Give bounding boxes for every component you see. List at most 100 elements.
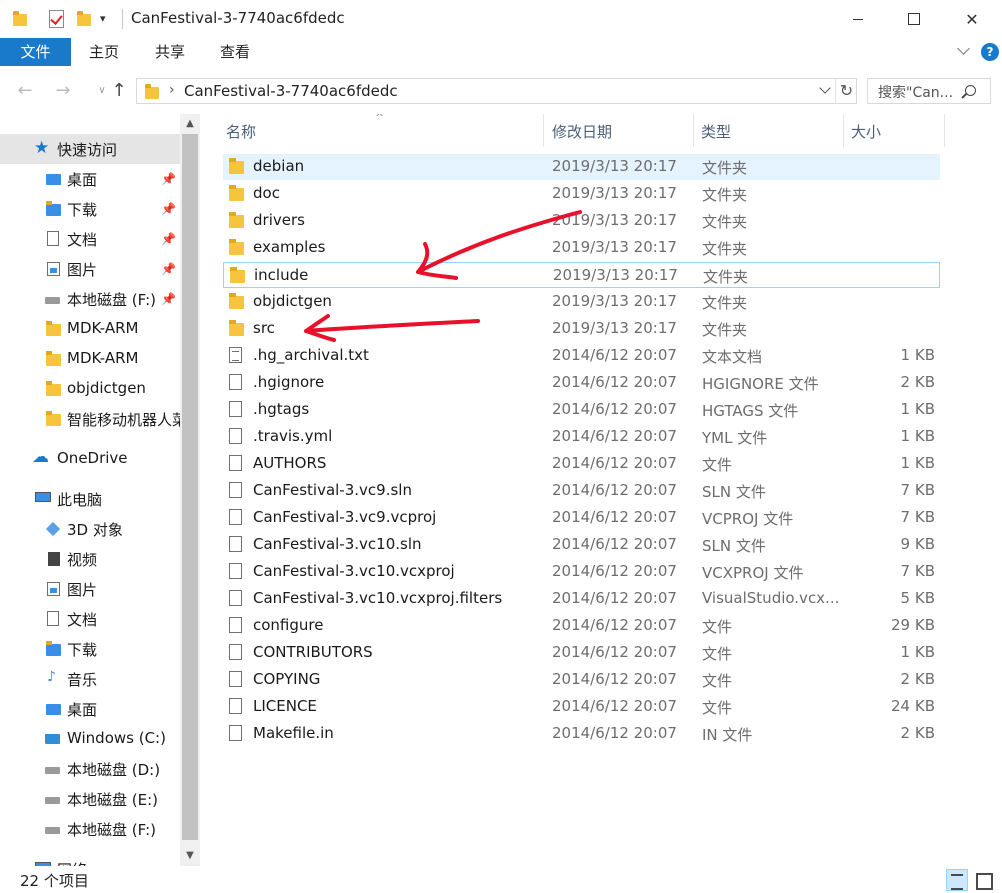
sidebar-item-pictures[interactable]: 图片 📌 bbox=[0, 254, 180, 284]
address-dropdown-icon[interactable] bbox=[818, 83, 832, 97]
scrollbar-thumb[interactable] bbox=[182, 134, 198, 840]
pin-icon[interactable]: 📌 bbox=[161, 292, 176, 306]
breadcrumb-current[interactable]: CanFestival-3-7740ac6fdedc bbox=[184, 82, 398, 100]
folder-icon bbox=[229, 239, 244, 255]
sidebar-item-drive-e[interactable]: 本地磁盘 (E:) bbox=[0, 784, 180, 814]
sidebar-item-downloads[interactable]: 下载 📌 bbox=[0, 194, 180, 224]
up-button[interactable]: ↑ bbox=[107, 80, 131, 102]
sidebar-item-desktop[interactable]: 桌面 📌 bbox=[0, 164, 180, 194]
expand-ribbon-chevron-icon[interactable] bbox=[956, 44, 972, 60]
file-row[interactable]: .hg_archival.txt 2014/6/12 20:07 文本文档 1 KB bbox=[223, 343, 940, 369]
sort-ascending-icon: ^ bbox=[375, 114, 385, 124]
file-row[interactable]: CanFestival-3.vc10.sln 2014/6/12 20:07 SLN… bbox=[223, 532, 940, 558]
file-row[interactable]: AUTHORS 2014/6/12 20:07 文件 1 KB bbox=[223, 451, 940, 477]
folder-row[interactable]: doc 2019/3/13 20:17 文件夹 bbox=[223, 181, 940, 207]
sidebar-item-3d-objects[interactable]: 3D 对象 bbox=[0, 514, 180, 544]
file-size: 1 KB bbox=[900, 427, 935, 445]
sidebar-item-onedrive[interactable]: ☁ OneDrive bbox=[0, 444, 180, 474]
refresh-button[interactable]: ↻ bbox=[835, 79, 857, 103]
file-type: 文件夹 bbox=[702, 213, 748, 231]
sidebar-item-network[interactable]: 网络 bbox=[0, 854, 180, 866]
tab-share[interactable]: 共享 bbox=[139, 38, 201, 66]
sidebar-scrollbar[interactable]: ▲ ▼ bbox=[180, 114, 200, 866]
pin-icon[interactable]: 📌 bbox=[161, 202, 176, 216]
column-header-size[interactable]: 大小 bbox=[851, 114, 881, 147]
column-header-name[interactable]: 名称 bbox=[226, 114, 256, 147]
file-row[interactable]: configure 2014/6/12 20:07 文件 29 KB bbox=[223, 613, 940, 639]
sidebar-item-drive-d[interactable]: 本地磁盘 (D:) bbox=[0, 754, 180, 784]
column-divider[interactable] bbox=[693, 114, 694, 147]
pin-icon[interactable]: 📌 bbox=[161, 172, 176, 186]
pin-icon[interactable]: 📌 bbox=[161, 262, 176, 276]
tab-file[interactable]: 文件 bbox=[0, 38, 71, 66]
folder-row[interactable]: examples 2019/3/13 20:17 文件夹 bbox=[223, 235, 940, 261]
file-date-modified: 2014/6/12 20:07 bbox=[552, 616, 677, 634]
file-date-modified: 2014/6/12 20:07 bbox=[552, 427, 677, 445]
file-row[interactable]: Makefile.in 2014/6/12 20:07 IN 文件 2 KB bbox=[223, 721, 940, 747]
minimize-button[interactable] bbox=[831, 0, 885, 38]
folder-row[interactable]: include 2019/3/13 20:17 文件夹 bbox=[223, 262, 940, 288]
scroll-up-arrow-icon[interactable]: ▲ bbox=[180, 114, 200, 134]
sidebar-item-pictures-pc[interactable]: 图片 bbox=[0, 574, 180, 604]
file-row[interactable]: CanFestival-3.vc10.vcxproj.filters 2014/6… bbox=[223, 586, 940, 612]
file-row[interactable]: .travis.yml 2014/6/12 20:07 YML 文件 1 KB bbox=[223, 424, 940, 450]
column-divider[interactable] bbox=[944, 114, 945, 147]
file-row[interactable]: CanFestival-3.vc9.vcproj 2014/6/12 20:07 V… bbox=[223, 505, 940, 531]
sidebar-item-mdk-arm[interactable]: MDK-ARM bbox=[0, 314, 180, 344]
sidebar-item-videos[interactable]: 视频 bbox=[0, 544, 180, 574]
large-icons-view-icon[interactable] bbox=[972, 869, 994, 891]
file-name: AUTHORS bbox=[253, 454, 327, 472]
properties-quick-access-icon[interactable] bbox=[49, 10, 64, 28]
file-size: 24 KB bbox=[891, 697, 935, 715]
breadcrumb-chevron-icon[interactable]: › bbox=[169, 82, 175, 98]
column-header-type[interactable]: 类型 bbox=[701, 114, 731, 147]
sidebar-item-desktop-pc[interactable]: 桌面 bbox=[0, 694, 180, 724]
search-icon[interactable] bbox=[965, 85, 976, 96]
sidebar-item-downloads-pc[interactable]: 下载 bbox=[0, 634, 180, 664]
sidebar-item-mdk-arm-2[interactable]: MDK-ARM bbox=[0, 344, 180, 374]
file-row[interactable]: LICENCE 2014/6/12 20:07 文件 24 KB bbox=[223, 694, 940, 720]
tab-home[interactable]: 主页 bbox=[73, 38, 135, 66]
sidebar-item-music[interactable]: ♪ 音乐 bbox=[0, 664, 180, 694]
file-row[interactable]: COPYING 2014/6/12 20:07 文件 2 KB bbox=[223, 667, 940, 693]
file-icon bbox=[229, 509, 242, 525]
new-folder-quick-access-icon[interactable] bbox=[77, 11, 91, 26]
folder-row[interactable]: src 2019/3/13 20:17 文件夹 bbox=[223, 316, 940, 342]
sidebar-item-robot-folder[interactable]: 智能移动机器人菜 bbox=[0, 404, 180, 434]
column-divider[interactable] bbox=[843, 114, 844, 147]
column-divider[interactable] bbox=[543, 114, 544, 147]
sidebar-item-objdictgen[interactable]: objdictgen bbox=[0, 374, 180, 404]
scroll-down-arrow-icon[interactable]: ▼ bbox=[180, 846, 200, 866]
column-header-date[interactable]: 修改日期 bbox=[552, 114, 612, 147]
sidebar-item-this-pc[interactable]: 此电脑 bbox=[0, 484, 180, 514]
folder-row[interactable]: debian 2019/3/13 20:17 文件夹 bbox=[223, 154, 940, 180]
address-bar[interactable]: › CanFestival-3-7740ac6fdedc ↻ bbox=[136, 78, 857, 104]
sidebar-item-documents[interactable]: 文档 📌 bbox=[0, 224, 180, 254]
quick-access-dropdown-icon[interactable]: ▾ bbox=[100, 12, 106, 25]
search-input[interactable]: 搜索"Can... bbox=[867, 78, 991, 104]
maximize-button[interactable] bbox=[887, 0, 941, 38]
back-button[interactable]: ← bbox=[13, 80, 37, 102]
document-icon bbox=[47, 611, 59, 626]
sidebar-item-quick-access[interactable]: ★ 快速访问 bbox=[0, 134, 180, 164]
file-row[interactable]: CanFestival-3.vc10.vcxproj 2014/6/12 20:0… bbox=[223, 559, 940, 585]
sidebar-item-drive-f[interactable]: 本地磁盘 (F:) bbox=[0, 814, 180, 844]
help-icon[interactable]: ? bbox=[981, 43, 999, 61]
pin-icon[interactable]: 📌 bbox=[161, 232, 176, 246]
sidebar-item-documents-pc[interactable]: 文档 bbox=[0, 604, 180, 634]
file-type: SLN 文件 bbox=[702, 537, 766, 555]
file-row[interactable]: .hgignore 2014/6/12 20:07 HGIGNORE 文件 2 KB bbox=[223, 370, 940, 396]
details-view-icon[interactable] bbox=[946, 869, 968, 891]
tab-view[interactable]: 查看 bbox=[204, 38, 266, 66]
file-row[interactable]: .hgtags 2014/6/12 20:07 HGTAGS 文件 1 KB bbox=[223, 397, 940, 423]
sidebar-item-drive-c[interactable]: Windows (C:) bbox=[0, 724, 180, 754]
forward-button[interactable]: → bbox=[51, 80, 75, 102]
sidebar-item-drive-f-pinned[interactable]: 本地磁盘 (F:) 📌 bbox=[0, 284, 180, 314]
file-row[interactable]: CanFestival-3.vc9.sln 2014/6/12 20:07 SLN … bbox=[223, 478, 940, 504]
file-row[interactable]: CONTRIBUTORS 2014/6/12 20:07 文件 1 KB bbox=[223, 640, 940, 666]
sidebar-item-label: 图片 bbox=[67, 581, 98, 599]
folder-row[interactable]: drivers 2019/3/13 20:17 文件夹 bbox=[223, 208, 940, 234]
close-button[interactable]: ✕ bbox=[945, 0, 999, 38]
file-type: VisualStudio.vcx... bbox=[702, 589, 840, 607]
folder-row[interactable]: objdictgen 2019/3/13 20:17 文件夹 bbox=[223, 289, 940, 315]
